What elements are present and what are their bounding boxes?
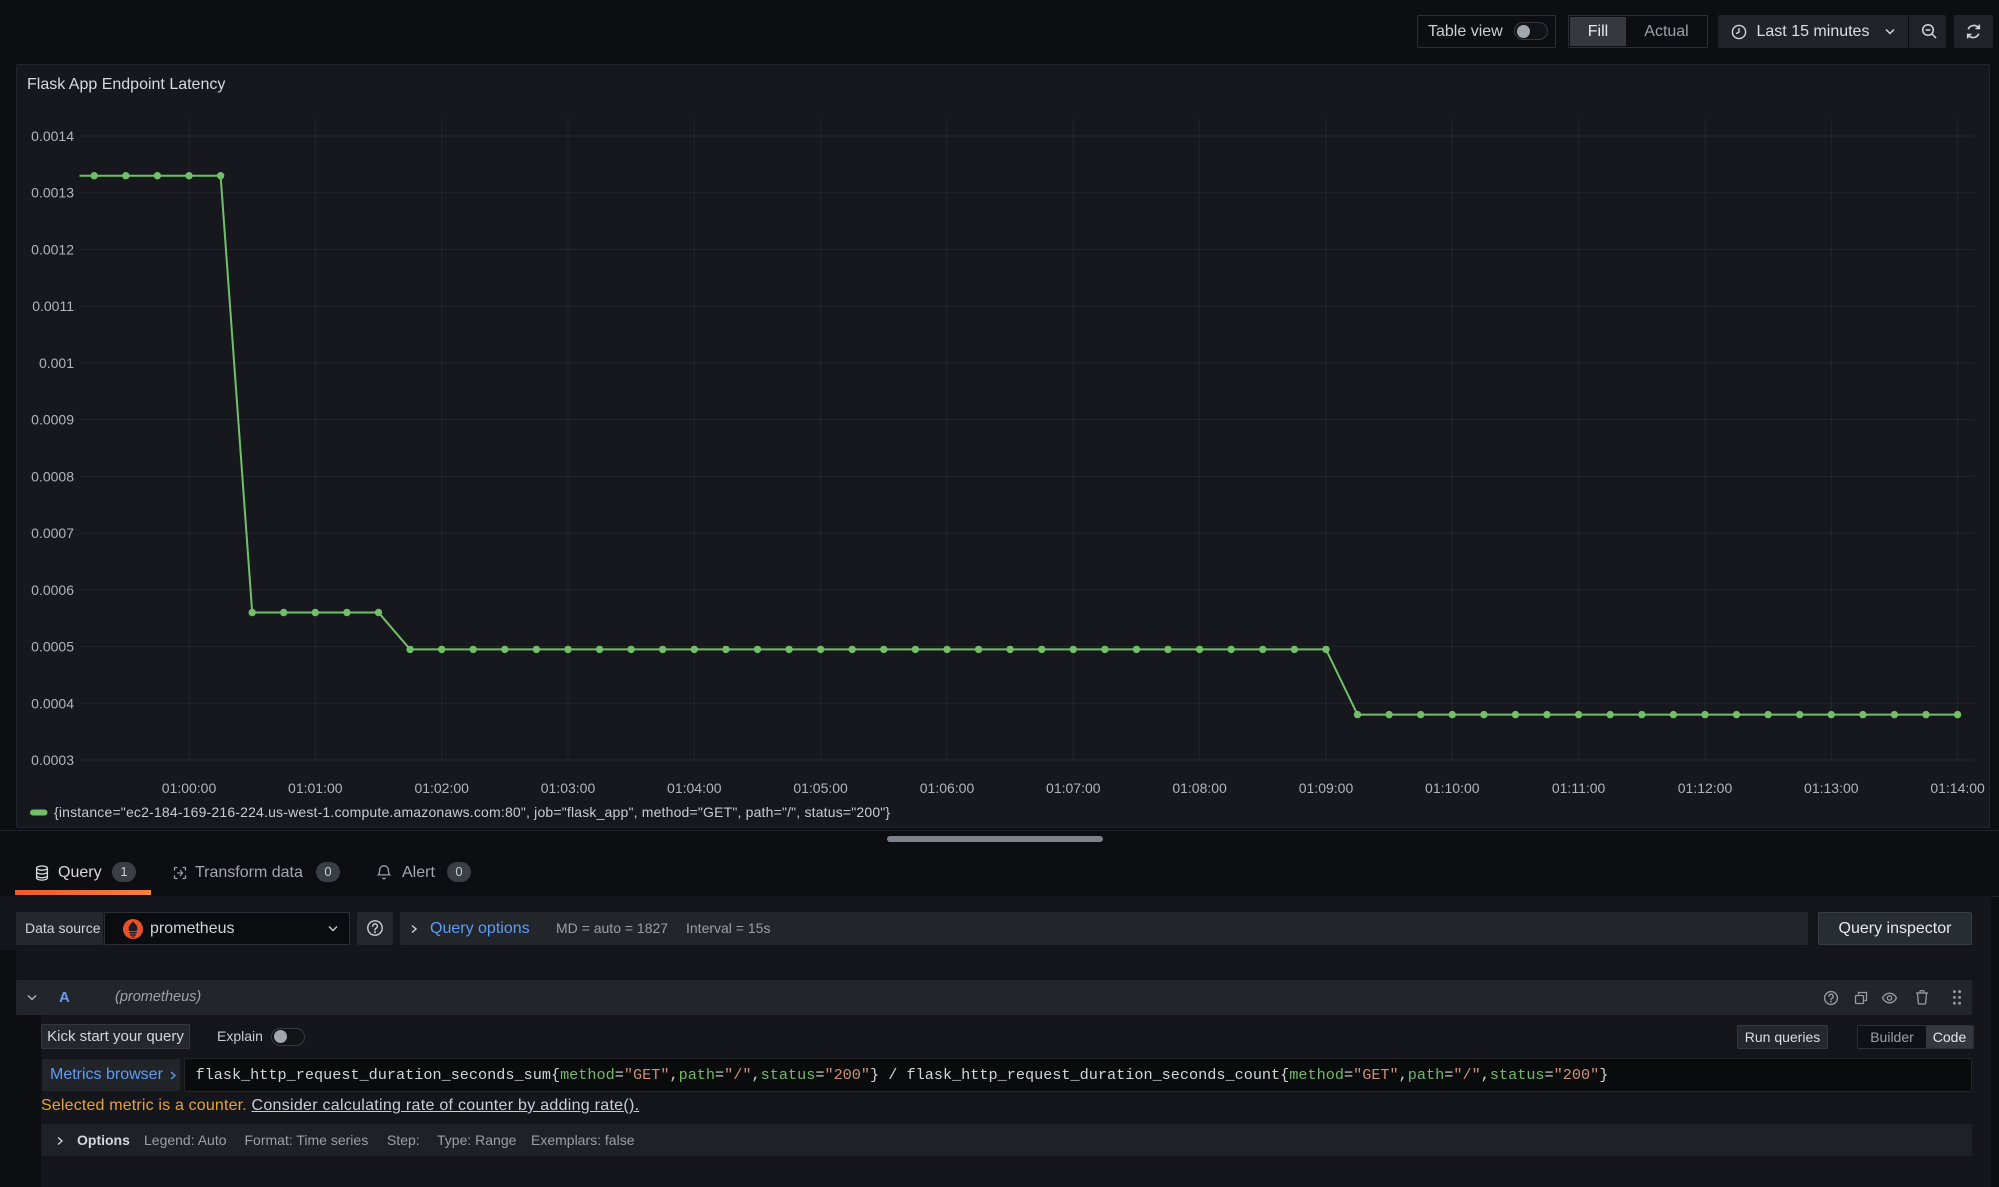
svg-text:01:07:00: 01:07:00 (1046, 780, 1101, 796)
svg-text:0.0008: 0.0008 (31, 468, 74, 484)
svg-text:01:03:00: 01:03:00 (541, 780, 596, 796)
svg-text:01:09:00: 01:09:00 (1299, 780, 1354, 796)
svg-text:0.0007: 0.0007 (31, 525, 74, 541)
svg-text:0.0003: 0.0003 (31, 752, 74, 768)
svg-text:01:14:00: 01:14:00 (1930, 780, 1985, 796)
svg-text:0.0004: 0.0004 (31, 695, 74, 711)
svg-text:0.0005: 0.0005 (31, 639, 74, 655)
svg-text:01:02:00: 01:02:00 (414, 780, 469, 796)
svg-text:0.0012: 0.0012 (31, 242, 74, 258)
svg-text:01:12:00: 01:12:00 (1678, 780, 1733, 796)
svg-text:01:11:00: 01:11:00 (1552, 780, 1606, 796)
svg-text:01:06:00: 01:06:00 (920, 780, 975, 796)
svg-text:0.0011: 0.0011 (32, 298, 74, 314)
svg-text:01:04:00: 01:04:00 (667, 780, 722, 796)
svg-text:0.0009: 0.0009 (31, 412, 74, 428)
svg-text:0.0014: 0.0014 (31, 128, 74, 144)
svg-text:01:01:00: 01:01:00 (288, 780, 343, 796)
svg-text:0.0006: 0.0006 (31, 582, 74, 598)
svg-text:0.0013: 0.0013 (31, 185, 74, 201)
svg-text:01:13:00: 01:13:00 (1804, 780, 1859, 796)
svg-text:01:00:00: 01:00:00 (162, 780, 217, 796)
svg-text:01:10:00: 01:10:00 (1425, 780, 1480, 796)
svg-text:{instance="ec2-184-169-216-224: {instance="ec2-184-169-216-224.us-west-1… (54, 804, 890, 820)
svg-text:01:08:00: 01:08:00 (1172, 780, 1227, 796)
svg-text:01:05:00: 01:05:00 (793, 780, 848, 796)
svg-text:0.001: 0.001 (39, 355, 74, 371)
